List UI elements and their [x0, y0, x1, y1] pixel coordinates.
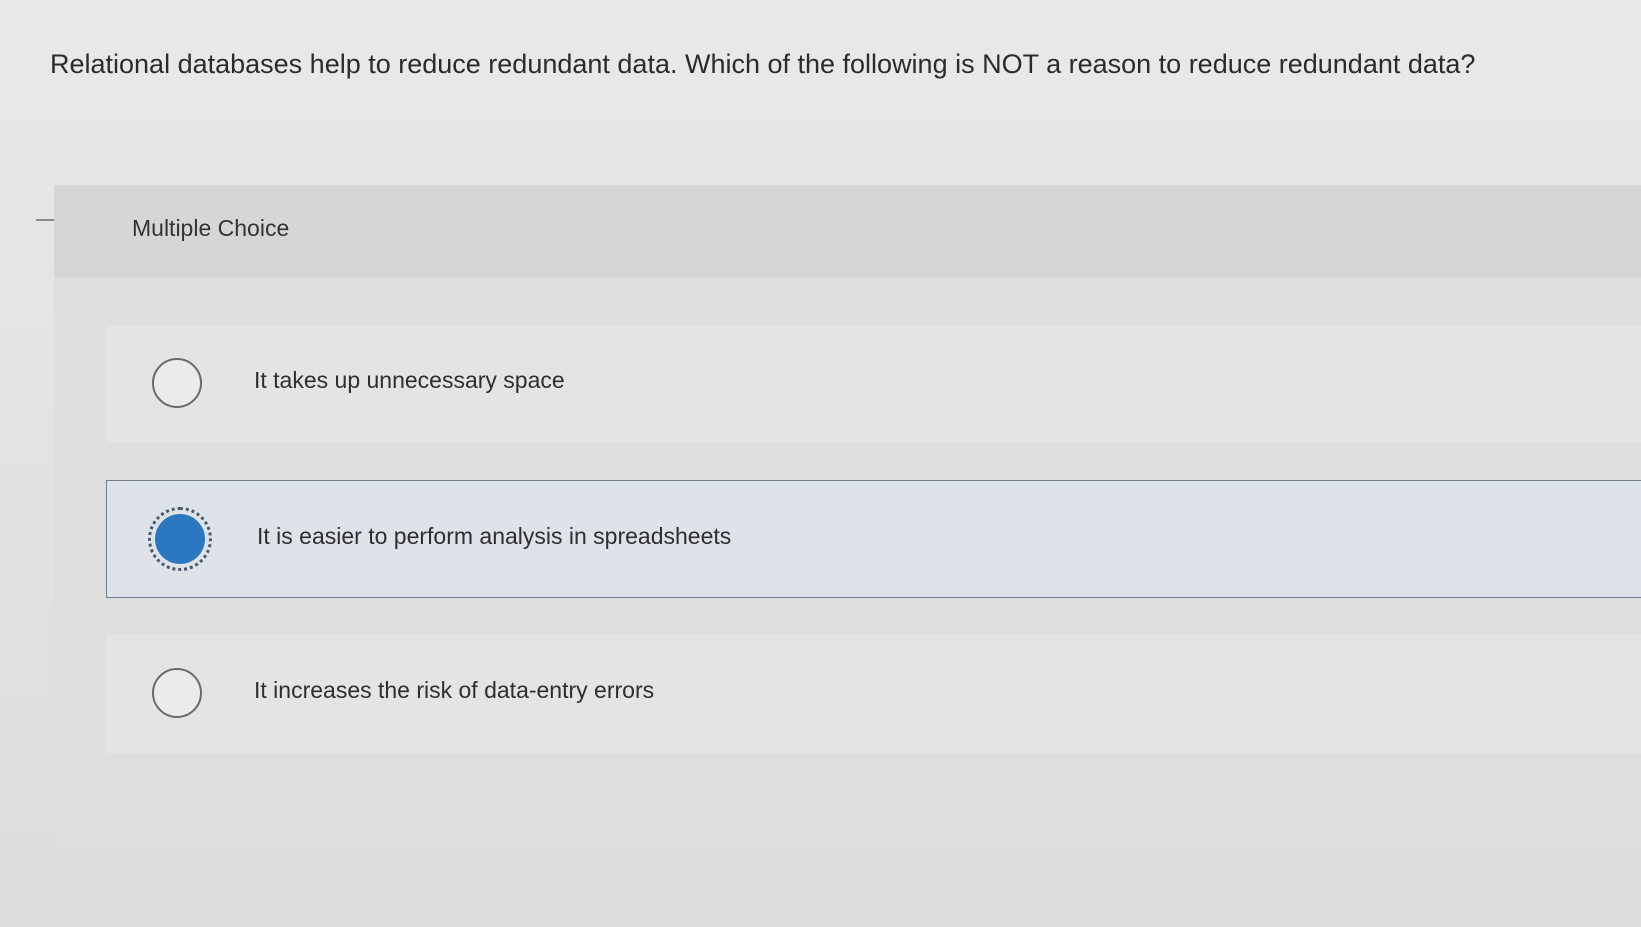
- answer-option-1[interactable]: It takes up unnecessary space: [106, 325, 1641, 443]
- answer-option-3[interactable]: It increases the risk of data-entry erro…: [106, 635, 1641, 753]
- radio-button-unselected[interactable]: [152, 668, 202, 718]
- multiple-choice-panel: Multiple Choice It takes up unnecessary …: [54, 185, 1641, 850]
- answer-option-2[interactable]: It is easier to perform analysis in spre…: [106, 480, 1641, 598]
- question-text: Relational databases help to reduce redu…: [50, 49, 1476, 79]
- radio-button-unselected[interactable]: [152, 358, 202, 408]
- multiple-choice-label: Multiple Choice: [132, 215, 290, 241]
- answer-option-label: It takes up unnecessary space: [254, 367, 565, 393]
- multiple-choice-header: Multiple Choice: [54, 185, 1641, 277]
- answer-option-label: It is easier to perform analysis in spre…: [257, 523, 732, 549]
- answer-option-label: It increases the risk of data-entry erro…: [254, 677, 655, 703]
- radio-button-selected[interactable]: [148, 507, 212, 571]
